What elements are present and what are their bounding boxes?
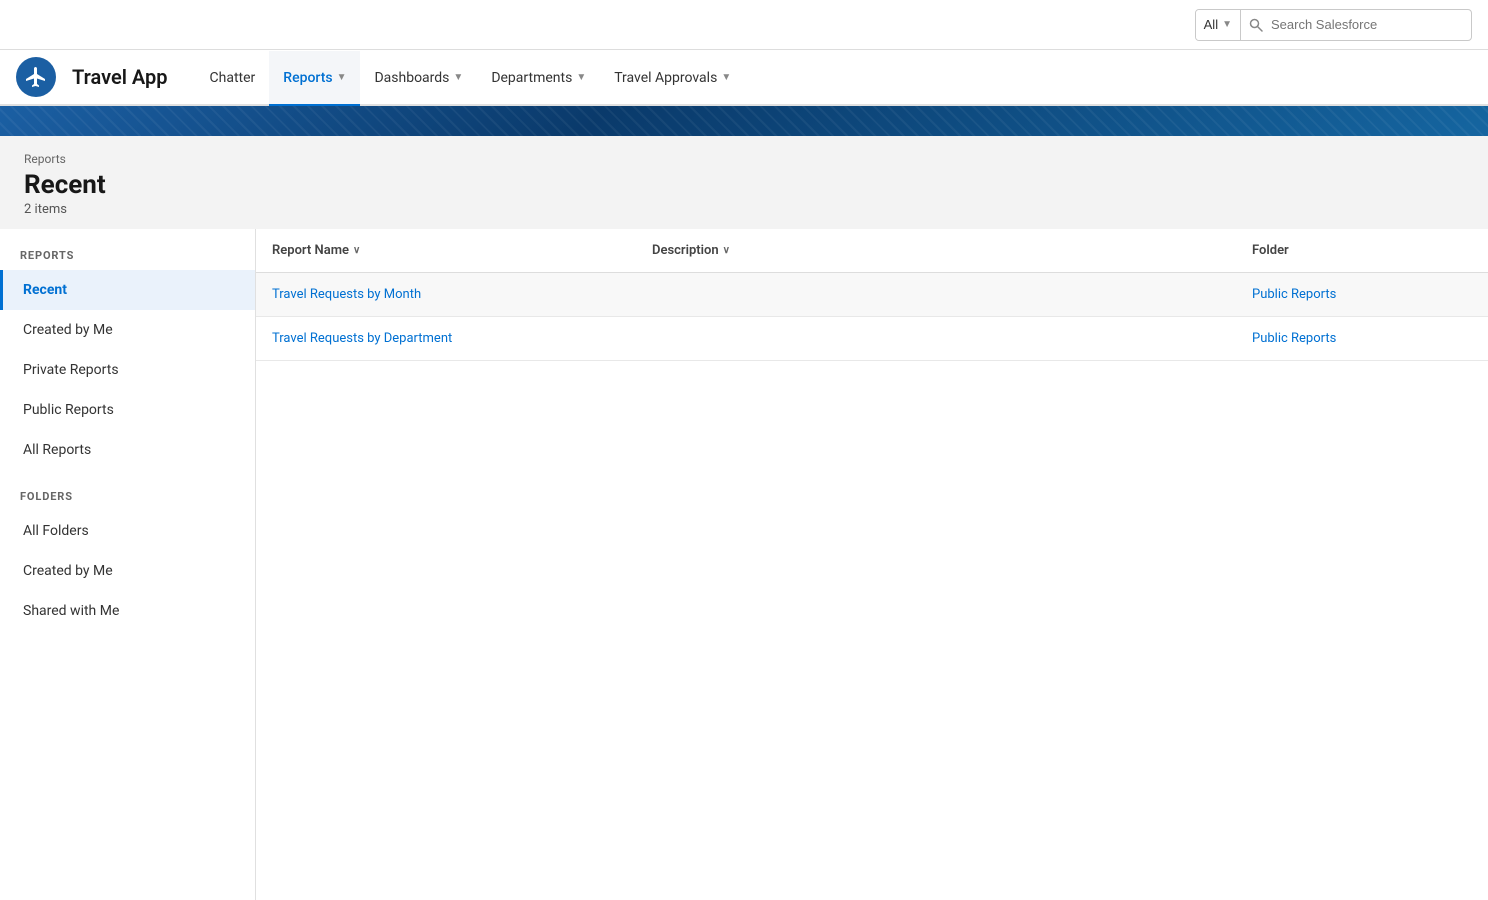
nav-item-travel-approvals[interactable]: Travel Approvals ▼ bbox=[600, 51, 745, 107]
sidebar-label-private-reports: Private Reports bbox=[23, 362, 119, 378]
search-icon bbox=[1241, 18, 1271, 32]
col-header-report-name[interactable]: Report Name ∨ bbox=[272, 243, 652, 258]
table-row: Travel Requests by Department Public Rep… bbox=[256, 317, 1488, 361]
reports-chevron-icon: ▼ bbox=[337, 72, 347, 83]
col-label-folder: Folder bbox=[1252, 243, 1289, 258]
nav-item-chatter[interactable]: Chatter bbox=[196, 51, 270, 107]
app-title: Travel App bbox=[72, 65, 168, 89]
search-all-chevron: ▼ bbox=[1222, 19, 1232, 30]
app-logo bbox=[16, 57, 56, 97]
nav-item-dashboards[interactable]: Dashboards ▼ bbox=[360, 51, 477, 107]
page-title: Recent bbox=[24, 170, 1464, 200]
nav-bar: Travel App Chatter Reports ▼ Dashboards … bbox=[0, 50, 1488, 106]
cell-report-name-1: Travel Requests by Department bbox=[272, 331, 652, 346]
col-label-description: Description bbox=[652, 243, 719, 258]
folder-link-1[interactable]: Public Reports bbox=[1252, 331, 1336, 346]
sort-description-icon: ∨ bbox=[723, 245, 730, 256]
table-area: Report Name ∨ Description ∨ Folder Trave… bbox=[256, 229, 1488, 900]
sidebar-label-created-by-me-folder: Created by Me bbox=[23, 563, 113, 579]
travel-approvals-chevron-icon: ▼ bbox=[721, 72, 731, 83]
sidebar-item-all-folders[interactable]: All Folders bbox=[0, 511, 255, 551]
sidebar: REPORTS Recent Created by Me Private Rep… bbox=[0, 229, 256, 900]
sidebar-item-public-reports[interactable]: Public Reports bbox=[0, 390, 255, 430]
top-bar: All ▼ bbox=[0, 0, 1488, 50]
report-name-link-1[interactable]: Travel Requests by Department bbox=[272, 331, 452, 346]
sidebar-label-all-folders: All Folders bbox=[23, 523, 89, 539]
cell-folder-0: Public Reports bbox=[1252, 287, 1472, 302]
reports-section-label: REPORTS bbox=[0, 229, 255, 270]
nav-label-reports: Reports bbox=[283, 70, 332, 86]
sidebar-label-shared-with-me: Shared with Me bbox=[23, 603, 119, 619]
departments-chevron-icon: ▼ bbox=[576, 72, 586, 83]
sidebar-label-all-reports: All Reports bbox=[23, 442, 91, 458]
nav-item-reports[interactable]: Reports ▼ bbox=[269, 51, 360, 107]
col-header-folder: Folder bbox=[1252, 243, 1472, 258]
sidebar-item-created-by-me[interactable]: Created by Me bbox=[0, 310, 255, 350]
table-row: Travel Requests by Month Public Reports bbox=[256, 273, 1488, 317]
sidebar-label-public-reports: Public Reports bbox=[23, 402, 114, 418]
sidebar-label-recent: Recent bbox=[23, 282, 67, 298]
sidebar-item-all-reports[interactable]: All Reports bbox=[0, 430, 255, 470]
search-input[interactable] bbox=[1271, 17, 1471, 32]
folders-section-label: FOLDERS bbox=[0, 470, 255, 511]
search-all-button[interactable]: All ▼ bbox=[1196, 10, 1241, 40]
table-header: Report Name ∨ Description ∨ Folder bbox=[256, 229, 1488, 273]
nav-item-departments[interactable]: Departments ▼ bbox=[477, 51, 600, 107]
nav-label-dashboards: Dashboards bbox=[374, 70, 449, 86]
folder-link-0[interactable]: Public Reports bbox=[1252, 287, 1336, 302]
search-all-label: All bbox=[1204, 17, 1218, 32]
page-header: Reports Recent 2 items bbox=[0, 136, 1488, 229]
dashboards-chevron-icon: ▼ bbox=[453, 72, 463, 83]
sidebar-item-created-by-me-folder[interactable]: Created by Me bbox=[0, 551, 255, 591]
sort-report-name-icon: ∨ bbox=[353, 245, 360, 256]
report-name-link-0[interactable]: Travel Requests by Month bbox=[272, 287, 421, 302]
sidebar-label-created-by-me: Created by Me bbox=[23, 322, 113, 338]
sidebar-item-recent[interactable]: Recent bbox=[0, 270, 255, 310]
nav-label-travel-approvals: Travel Approvals bbox=[614, 70, 717, 86]
banner bbox=[0, 106, 1488, 136]
cell-folder-1: Public Reports bbox=[1252, 331, 1472, 346]
main-layout: REPORTS Recent Created by Me Private Rep… bbox=[0, 229, 1488, 900]
nav-label-chatter: Chatter bbox=[210, 70, 256, 86]
cell-report-name-0: Travel Requests by Month bbox=[272, 287, 652, 302]
col-header-description[interactable]: Description ∨ bbox=[652, 243, 1252, 258]
col-label-report-name: Report Name bbox=[272, 243, 349, 258]
nav-label-departments: Departments bbox=[491, 70, 572, 86]
sidebar-item-private-reports[interactable]: Private Reports bbox=[0, 350, 255, 390]
item-count: 2 items bbox=[24, 202, 1464, 217]
breadcrumb: Reports bbox=[24, 152, 1464, 166]
search-area[interactable]: All ▼ bbox=[1195, 9, 1472, 41]
sidebar-item-shared-with-me[interactable]: Shared with Me bbox=[0, 591, 255, 631]
